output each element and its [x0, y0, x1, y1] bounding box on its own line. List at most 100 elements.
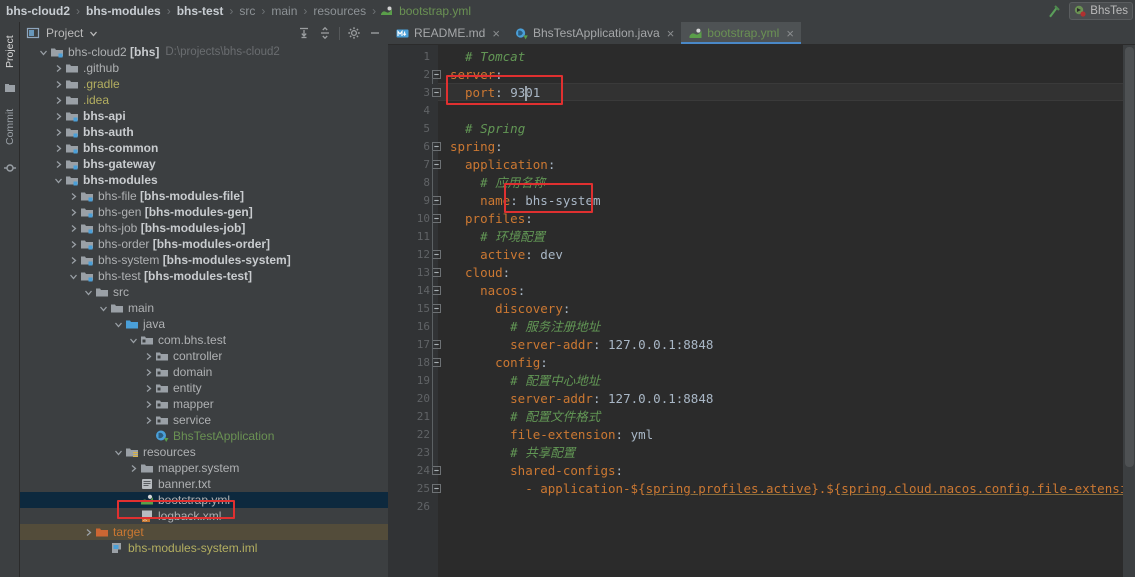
chevron-down-icon[interactable] [113, 447, 124, 458]
tree-row[interactable]: bhs-test [bhs-modules-test] [20, 268, 388, 284]
code-line[interactable]: cloud: [465, 264, 510, 282]
code-line[interactable]: # Spring [465, 120, 525, 138]
tree-row[interactable]: target [20, 524, 388, 540]
collapse-all-icon[interactable] [318, 26, 332, 40]
code-line[interactable]: server-addr: 127.0.0.1:8848 [510, 336, 713, 354]
tree-row[interactable]: BhsTestApplication [20, 428, 388, 444]
minimize-icon[interactable] [368, 26, 382, 40]
tree-row[interactable]: .github [20, 60, 388, 76]
sidebar-item-project[interactable]: Project [0, 24, 20, 80]
hammer-icon[interactable] [1045, 3, 1061, 19]
tree-row[interactable]: mapper.system [20, 460, 388, 476]
tree-row[interactable]: src [20, 284, 388, 300]
chevron-right-icon[interactable] [68, 239, 79, 250]
code-line[interactable]: # 共享配置 [510, 444, 575, 462]
chevron-right-icon[interactable] [53, 79, 64, 90]
expand-all-icon[interactable] [297, 26, 311, 40]
close-icon[interactable]: × [786, 27, 794, 40]
chevron-down-icon[interactable] [98, 303, 109, 314]
tree-row[interactable]: main [20, 300, 388, 316]
close-icon[interactable]: × [492, 27, 500, 40]
tree-row[interactable]: java [20, 316, 388, 332]
tree-row[interactable]: banner.txt [20, 476, 388, 492]
code-content[interactable]: # Tomcatserver:port: 9301# Springspring:… [438, 45, 1123, 577]
tree-row[interactable]: .idea [20, 92, 388, 108]
chevron-down-icon[interactable] [113, 319, 124, 330]
chevron-right-icon[interactable] [53, 143, 64, 154]
breadcrumb-item[interactable]: bhs-cloud2 [4, 4, 72, 18]
tree-row[interactable]: entity [20, 380, 388, 396]
tree-row[interactable]: bhs-gateway [20, 156, 388, 172]
tree-row[interactable]: bhs-modules [20, 172, 388, 188]
code-line[interactable]: spring: [450, 138, 503, 156]
code-line[interactable]: # 环境配置 [480, 228, 545, 246]
breadcrumb-item[interactable]: bhs-test [175, 4, 226, 18]
breadcrumb-item[interactable]: resources [311, 4, 368, 18]
chevron-right-icon[interactable] [68, 207, 79, 218]
chevron-right-icon[interactable] [143, 399, 154, 410]
editor-tab[interactable]: bootstrap.yml × [681, 22, 801, 44]
editor-tab[interactable]: README.md × [388, 22, 507, 44]
code-line[interactable]: server-addr: 127.0.0.1:8848 [510, 390, 713, 408]
code-line[interactable]: # 服务注册地址 [510, 318, 600, 336]
breadcrumb-item[interactable]: main [269, 4, 299, 18]
editor-tabs[interactable]: README.md × BhsTestApplication.java × bootst… [388, 22, 1135, 45]
project-tree[interactable]: bhs-cloud2 [bhs] D:\projects\bhs-cloud2 .g… [20, 44, 388, 577]
chevron-right-icon[interactable] [53, 111, 64, 122]
tree-row[interactable]: bootstrap.yml [20, 492, 388, 508]
tree-row[interactable]: bhs-auth [20, 124, 388, 140]
tree-row[interactable]: bhs-system [bhs-modules-system] [20, 252, 388, 268]
tree-row[interactable]: domain [20, 364, 388, 380]
chevron-down-icon[interactable] [38, 47, 49, 58]
chevron-right-icon[interactable] [83, 527, 94, 538]
tree-row[interactable]: mapper [20, 396, 388, 412]
tree-row[interactable]: bhs-cloud2 [bhs] D:\projects\bhs-cloud2 [20, 44, 388, 60]
chevron-right-icon[interactable] [128, 463, 139, 474]
code-line[interactable]: config: [495, 354, 548, 372]
tree-row[interactable]: bhs-job [bhs-modules-job] [20, 220, 388, 236]
chevron-down-icon[interactable] [53, 175, 64, 186]
code-line[interactable]: # 配置文件格式 [510, 408, 600, 426]
tree-row[interactable]: bhs-gen [bhs-modules-gen] [20, 204, 388, 220]
breadcrumb-item[interactable]: bootstrap.yml [397, 4, 473, 18]
tree-row[interactable]: bhs-modules-system.iml [20, 540, 388, 556]
code-line[interactable]: - application-${spring.profiles.active}.… [525, 480, 1123, 498]
editor-scrollbar[interactable] [1123, 45, 1135, 577]
tree-row[interactable]: .gradle [20, 76, 388, 92]
code-line[interactable]: name: bhs-system [480, 192, 600, 210]
chevron-right-icon[interactable] [53, 63, 64, 74]
tree-row[interactable]: service [20, 412, 388, 428]
code-line[interactable]: shared-configs: [510, 462, 623, 480]
tree-row[interactable]: resources [20, 444, 388, 460]
code-line[interactable]: # Tomcat [465, 48, 525, 66]
tree-row[interactable]: bhs-api [20, 108, 388, 124]
gear-icon[interactable] [347, 26, 361, 40]
sidebar-item-commit[interactable]: Commit [0, 96, 20, 158]
scrollbar-thumb[interactable] [1125, 47, 1134, 467]
chevron-down-icon[interactable] [68, 271, 79, 282]
code-line[interactable]: profiles: [465, 210, 533, 228]
tree-row[interactable]: <> logback.xml [20, 508, 388, 524]
code-line[interactable]: nacos: [480, 282, 525, 300]
tree-row[interactable]: bhs-file [bhs-modules-file] [20, 188, 388, 204]
close-icon[interactable]: × [667, 27, 675, 40]
tree-row[interactable]: com.bhs.test [20, 332, 388, 348]
chevron-down-icon[interactable] [128, 335, 139, 346]
chevron-right-icon[interactable] [53, 95, 64, 106]
chevron-right-icon[interactable] [68, 223, 79, 234]
chevron-right-icon[interactable] [53, 127, 64, 138]
tree-row[interactable]: bhs-order [bhs-modules-order] [20, 236, 388, 252]
code-line[interactable]: # 配置中心地址 [510, 372, 600, 390]
editor-tab[interactable]: BhsTestApplication.java × [507, 22, 681, 44]
chevron-right-icon[interactable] [68, 255, 79, 266]
breadcrumb-item[interactable]: bhs-modules [84, 4, 163, 18]
run-configuration-selector[interactable]: BhsTes [1069, 2, 1133, 20]
code-line[interactable]: # 应用名称 [480, 174, 545, 192]
chevron-right-icon[interactable] [68, 191, 79, 202]
chevron-right-icon[interactable] [143, 367, 154, 378]
code-line[interactable]: port: 9301 [465, 84, 540, 102]
breadcrumb-item[interactable]: src [237, 4, 257, 18]
tree-row[interactable]: controller [20, 348, 388, 364]
chevron-right-icon[interactable] [143, 351, 154, 362]
chevron-right-icon[interactable] [143, 383, 154, 394]
